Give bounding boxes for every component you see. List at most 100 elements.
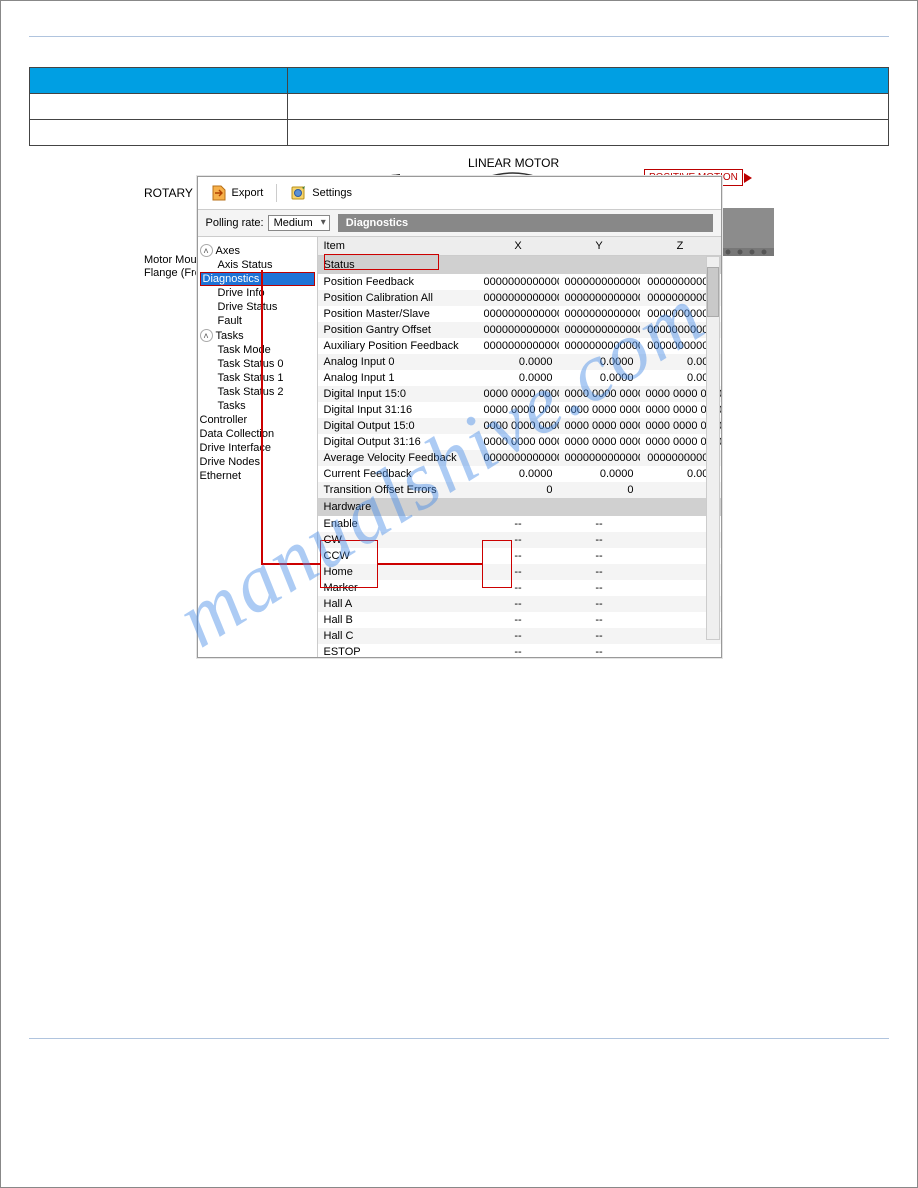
row-x: 0000 0000 0000 0000: [478, 434, 559, 450]
tree-controller[interactable]: Controller: [200, 413, 315, 427]
row-label: Hall A: [318, 596, 478, 612]
tree-task-status-0[interactable]: Task Status 0: [200, 357, 315, 371]
col-y[interactable]: Y: [559, 237, 640, 256]
table-row[interactable]: Marker----: [318, 580, 721, 596]
row-x: 0.0000: [478, 466, 559, 482]
row-y: --: [559, 532, 640, 548]
row-y: --: [559, 612, 640, 628]
header-rule: [29, 36, 889, 37]
tree-drive-nodes[interactable]: Drive Nodes: [200, 455, 315, 469]
table-row[interactable]: Enable----: [318, 516, 721, 532]
tree-axes[interactable]: ˄Axes: [200, 243, 315, 258]
table-row[interactable]: Home----: [318, 564, 721, 580]
table-row[interactable]: Hall C----: [318, 628, 721, 644]
settings-icon: [290, 184, 308, 202]
tree-diagnostics[interactable]: Diagnostics: [200, 272, 315, 286]
row-x: 0.0000: [478, 354, 559, 370]
tree-ethernet[interactable]: Ethernet: [200, 469, 315, 483]
table-row[interactable]: Digital Output 15:00000 0000 0000 000000…: [318, 418, 721, 434]
table-pane: Item X Y Z Status Position Feedback00000…: [318, 237, 721, 657]
row-y: 0: [559, 482, 640, 498]
table-row[interactable]: Digital Output 31:160000 0000 0000 00000…: [318, 434, 721, 450]
table-row[interactable]: Average Velocity Feedback000000000000000…: [318, 450, 721, 466]
row-label: Analog Input 0: [318, 354, 478, 370]
row-x: --: [478, 532, 559, 548]
tree-drive-interface[interactable]: Drive Interface: [200, 441, 315, 455]
row-y: --: [559, 516, 640, 532]
row-label: Enable: [318, 516, 478, 532]
row-z: [640, 644, 721, 657]
tree-task-status-2[interactable]: Task Status 2: [200, 385, 315, 399]
row-y: --: [559, 564, 640, 580]
tree-pane: ˄Axes Axis Status Diagnostics Drive Info…: [198, 237, 318, 657]
row-y: 0000000000000: [559, 450, 640, 466]
export-icon: [210, 184, 228, 202]
row-x: 0.0000: [478, 370, 559, 386]
subtoolbar: Polling rate: Medium Diagnostics: [198, 210, 721, 237]
table-row[interactable]: Position Feedback00000000000000000000000…: [318, 274, 721, 290]
table-row[interactable]: Analog Input 10.00000.00000.000: [318, 370, 721, 386]
row-y: 0000000000000: [559, 322, 640, 338]
tree-tasks[interactable]: Tasks: [200, 399, 315, 413]
row-y: --: [559, 548, 640, 564]
row-label: Position Master/Slave: [318, 306, 478, 322]
polling-rate-select[interactable]: Medium: [268, 215, 330, 231]
table-row[interactable]: Digital Input 15:00000 0000 0000 0000000…: [318, 386, 721, 402]
table-row[interactable]: Current Feedback0.00000.00000.000: [318, 466, 721, 482]
row-label: Digital Input 31:16: [318, 402, 478, 418]
scroll-thumb[interactable]: [707, 267, 719, 317]
footer-rule: [29, 1038, 889, 1039]
tree-drive-info[interactable]: Drive Info: [200, 286, 315, 300]
row-y: 0000 0000 0000 0000: [559, 418, 640, 434]
table-row[interactable]: Hall A----: [318, 596, 721, 612]
col-item[interactable]: Item: [318, 237, 478, 256]
table-row[interactable]: Transition Offset Errors00: [318, 482, 721, 498]
row-x: 0000000000000: [478, 338, 559, 354]
settings-label: Settings: [312, 187, 352, 199]
tree-data-collection[interactable]: Data Collection: [200, 427, 315, 441]
col-z[interactable]: Z: [640, 237, 721, 256]
table-row[interactable]: CW----: [318, 532, 721, 548]
row-x: 0: [478, 482, 559, 498]
tree-tasks-group[interactable]: ˄Tasks: [200, 328, 315, 343]
row-y: --: [559, 580, 640, 596]
toolbar-separator: [276, 184, 277, 202]
export-label: Export: [232, 187, 264, 199]
row-x: 0000000000000: [478, 306, 559, 322]
row-label: Hall C: [318, 628, 478, 644]
row-x: --: [478, 628, 559, 644]
tree-axis-status[interactable]: Axis Status: [200, 258, 315, 272]
diagnostics-table: Item X Y Z Status Position Feedback00000…: [318, 237, 721, 657]
row-x: 0000 0000 0000 0000: [478, 386, 559, 402]
toolbar: Export Settings: [198, 177, 721, 210]
tree-task-mode[interactable]: Task Mode: [200, 343, 315, 357]
collapse-icon[interactable]: ˄: [200, 329, 213, 342]
table-row[interactable]: Hall B----: [318, 612, 721, 628]
row-y: 0000 0000 0000 0000: [559, 402, 640, 418]
export-button[interactable]: Export: [206, 182, 268, 204]
table-row[interactable]: Position Gantry Offset000000000000000000…: [318, 322, 721, 338]
vertical-scrollbar[interactable]: [706, 256, 720, 640]
tree-fault[interactable]: Fault: [200, 314, 315, 328]
collapse-icon[interactable]: ˄: [200, 244, 213, 257]
table-row[interactable]: Analog Input 00.00000.00000.000: [318, 354, 721, 370]
table-row[interactable]: CCW----: [318, 548, 721, 564]
table-row[interactable]: Auxiliary Position Feedback0000000000000…: [318, 338, 721, 354]
row-x: --: [478, 644, 559, 657]
row-label: Position Feedback: [318, 274, 478, 290]
row-label: ESTOP: [318, 644, 478, 657]
row-y: 0.0000: [559, 466, 640, 482]
row-x: 0000000000000: [478, 450, 559, 466]
row-label: Digital Output 31:16: [318, 434, 478, 450]
table-row[interactable]: Digital Input 31:160000 0000 0000 000000…: [318, 402, 721, 418]
row-x: 0000000000000: [478, 322, 559, 338]
table-row[interactable]: ESTOP----: [318, 644, 721, 657]
table-row[interactable]: Position Calibration All0000000000000000…: [318, 290, 721, 306]
row-label: Digital Output 15:0: [318, 418, 478, 434]
settings-button[interactable]: Settings: [286, 182, 356, 204]
col-x[interactable]: X: [478, 237, 559, 256]
tree-drive-status[interactable]: Drive Status: [200, 300, 315, 314]
tree-task-status-1[interactable]: Task Status 1: [200, 371, 315, 385]
row-label: Hall B: [318, 612, 478, 628]
table-row[interactable]: Position Master/Slave0000000000000000000…: [318, 306, 721, 322]
